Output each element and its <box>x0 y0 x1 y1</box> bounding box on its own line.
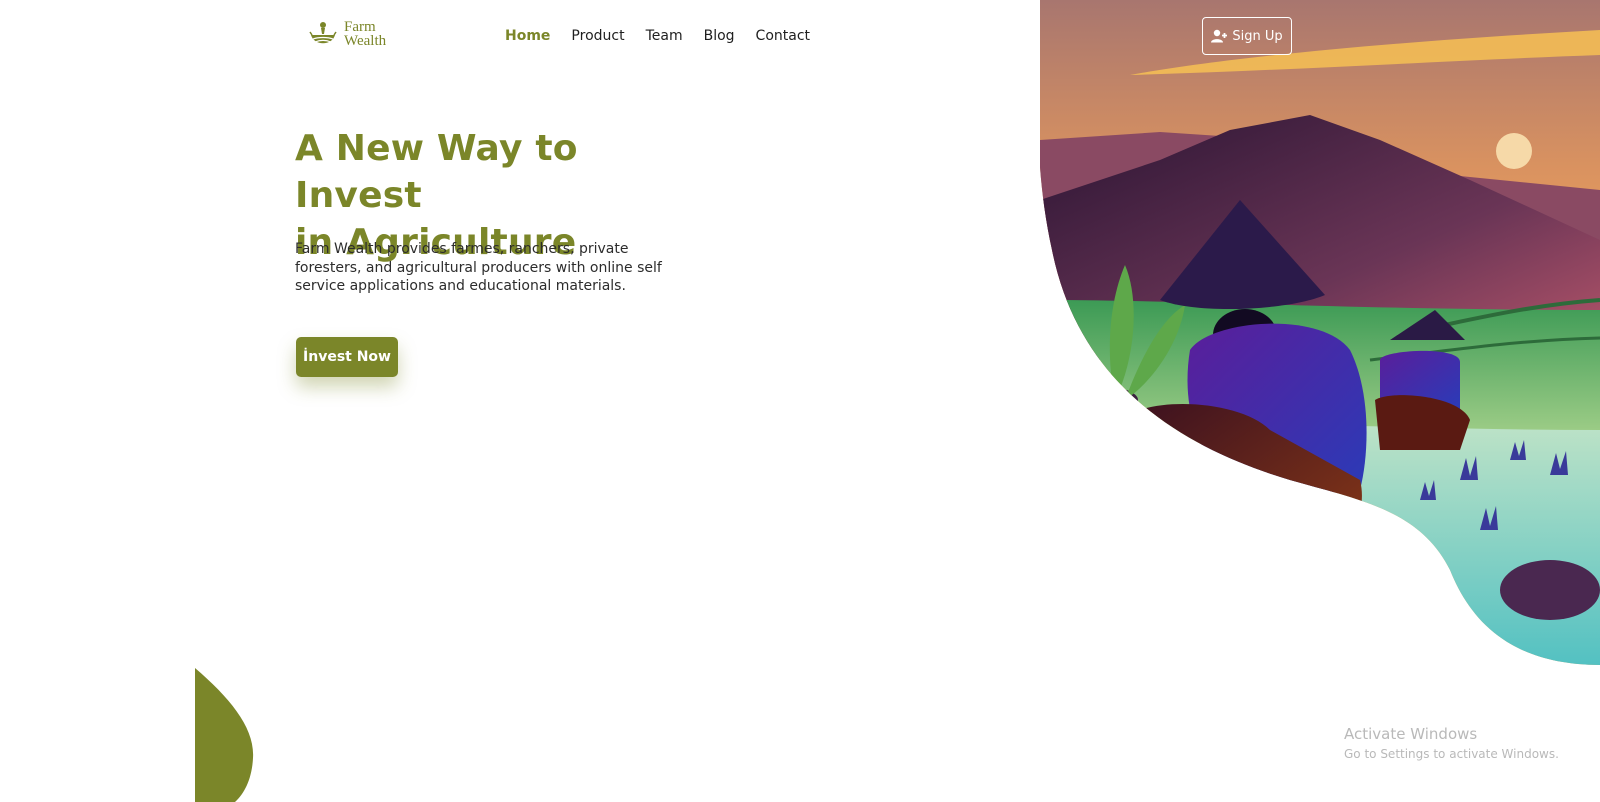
nav-home[interactable]: Home <box>505 28 550 44</box>
nav-product[interactable]: Product <box>571 28 624 44</box>
brand-logo[interactable]: Farm Wealth <box>308 18 386 50</box>
hero-description: Farm Wealth provides farmes, ranchers, p… <box>295 241 662 294</box>
watermark-title: Activate Windows <box>1344 725 1478 743</box>
farm-basket-icon <box>309 22 337 44</box>
invest-now-button[interactable]: İnvest Now <box>296 337 398 377</box>
decorative-leaf-shape <box>195 668 254 802</box>
windows-activation-watermark: Activate Windows Go to Settings to activ… <box>1344 725 1559 761</box>
main-nav: Home Product Team Blog Contact <box>505 27 810 45</box>
user-plus-icon <box>1211 29 1228 43</box>
nav-contact[interactable]: Contact <box>756 28 810 44</box>
hero-illustration <box>1040 0 1600 665</box>
brand-line-1: Farm <box>344 19 376 35</box>
sign-up-label: Sign Up <box>1232 28 1283 44</box>
sign-up-button[interactable]: Sign Up <box>1202 17 1292 55</box>
hero-title-line-1: A New Way to Invest <box>295 128 578 216</box>
nav-team[interactable]: Team <box>646 28 683 44</box>
watermark-subtitle: Go to Settings to activate Windows. <box>1344 747 1559 761</box>
brand-line-2: Wealth <box>344 33 387 49</box>
nav-blog[interactable]: Blog <box>704 28 735 44</box>
brand-name: Farm Wealth <box>344 19 387 49</box>
